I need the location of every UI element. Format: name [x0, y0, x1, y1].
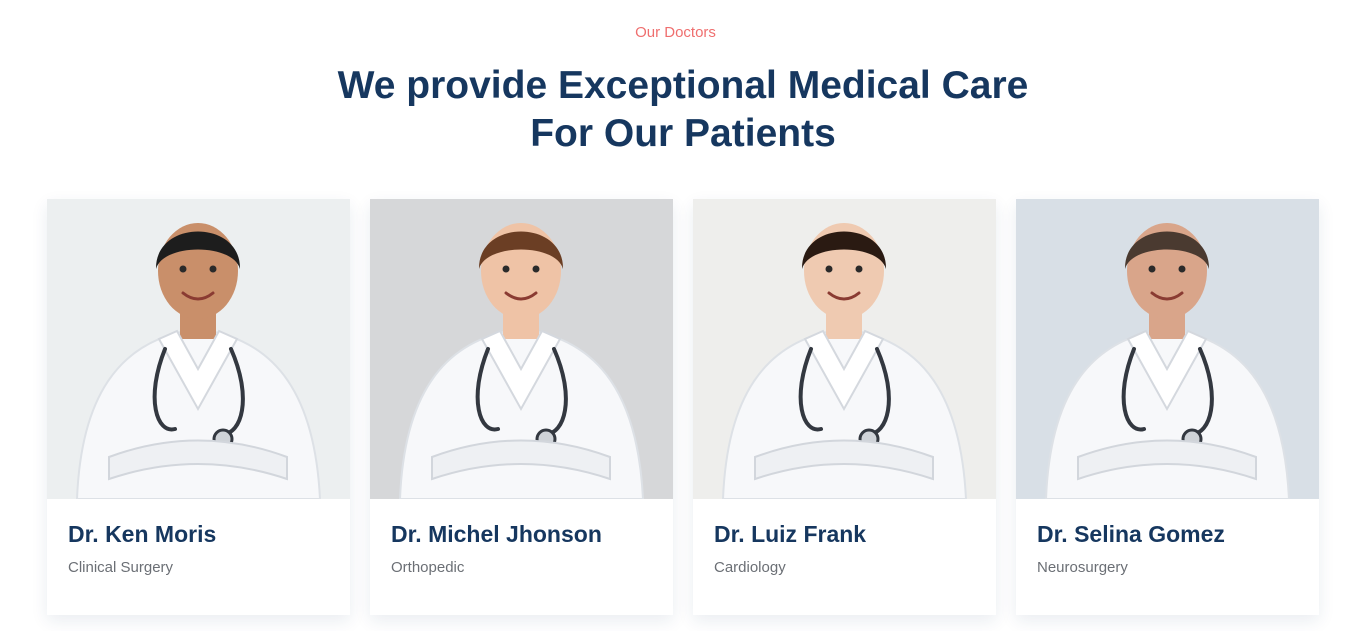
eye [1148, 265, 1156, 273]
doctor-photo [693, 199, 996, 499]
doctor-portrait-illustration [47, 199, 350, 499]
doctor-portrait-illustration [1016, 199, 1319, 499]
doctor-specialty: Orthopedic [391, 559, 465, 576]
eye [855, 265, 863, 273]
doctor-photo [1016, 199, 1319, 499]
doctor-specialty: Clinical Surgery [68, 559, 174, 576]
doctor-card[interactable]: Dr. Selina Gomez Neurosurgery [1016, 199, 1319, 615]
eye [179, 265, 187, 273]
section-eyebrow: Our Doctors [635, 24, 716, 41]
doctor-portrait-illustration [370, 199, 673, 499]
eye [209, 265, 217, 273]
doctor-specialty: Cardiology [714, 559, 786, 576]
doctor-cards: Dr. Ken Moris Clinical Surgery Dr. Miche… [47, 199, 1319, 615]
eye [502, 265, 510, 273]
eye [532, 265, 540, 273]
doctor-photo [47, 199, 350, 499]
doctor-card[interactable]: Dr. Luiz Frank Cardiology [693, 199, 996, 615]
doctor-card[interactable]: Dr. Ken Moris Clinical Surgery [47, 199, 350, 615]
eye [1178, 265, 1186, 273]
doctor-photo [370, 199, 673, 499]
doctor-name[interactable]: Dr. Luiz Frank [714, 519, 975, 549]
doctor-specialty: Neurosurgery [1037, 559, 1128, 576]
doctor-portrait-illustration [693, 199, 996, 499]
doctors-section: Our Doctors We provide Exceptional Medic… [0, 0, 1351, 631]
eye [825, 265, 833, 273]
section-heading: We provide Exceptional Medical Care For … [337, 64, 1029, 155]
doctor-name[interactable]: Dr. Selina Gomez [1037, 519, 1298, 549]
doctor-card[interactable]: Dr. Michel Jhonson Orthopedic [370, 199, 673, 615]
doctor-name[interactable]: Dr. Michel Jhonson [391, 519, 652, 549]
doctor-name[interactable]: Dr. Ken Moris [68, 519, 329, 549]
